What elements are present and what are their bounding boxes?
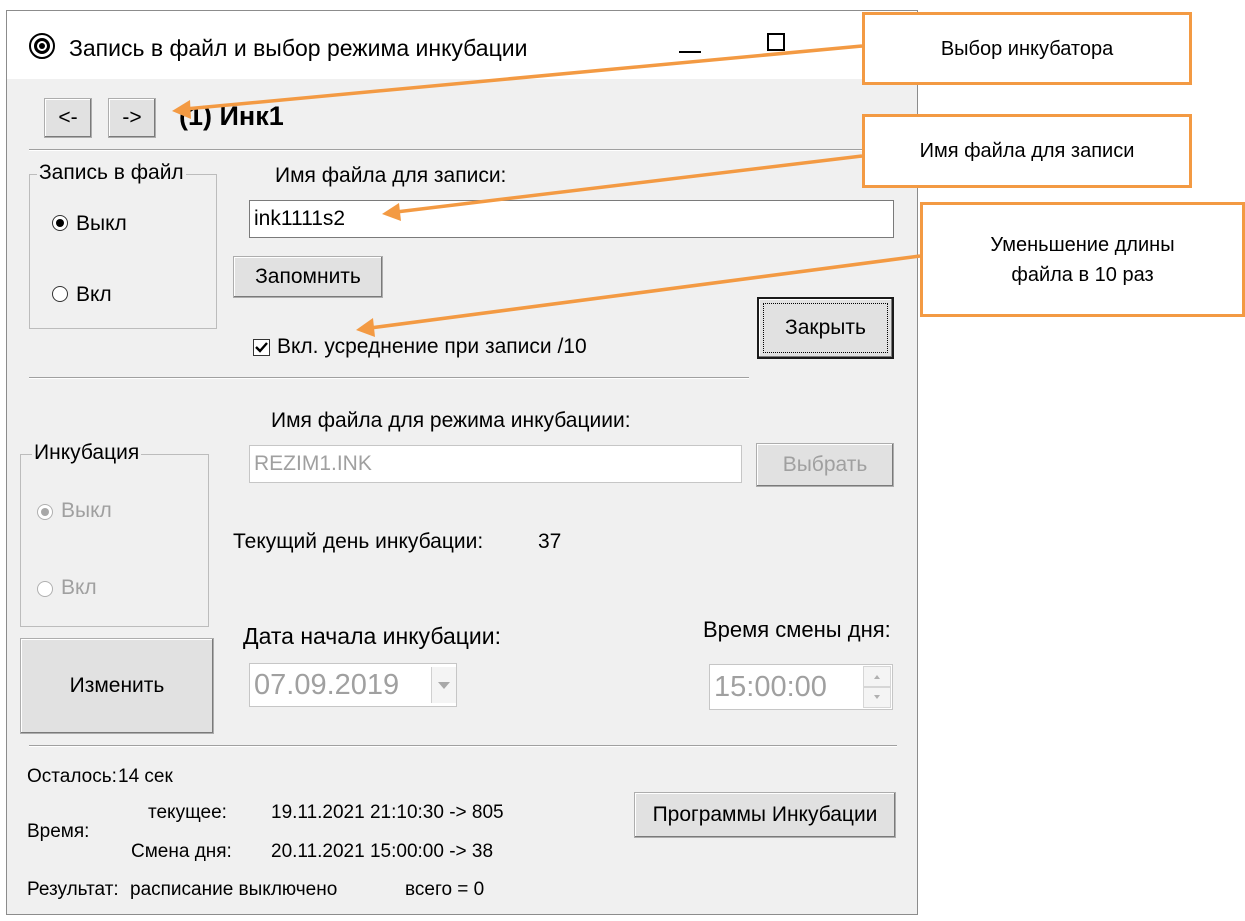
chevron-down-icon xyxy=(874,695,880,699)
next-day-change-value: 20.11.2021 15:00:00 -> 38 xyxy=(271,841,494,862)
record-off-radio[interactable] xyxy=(52,215,68,231)
change-button[interactable]: Изменить xyxy=(20,638,214,734)
chevron-down-icon xyxy=(438,682,450,689)
title-bar[interactable]: Запись в файл и выбор режима инкубации xyxy=(7,11,917,79)
record-filename-input[interactable]: ink1111s2 xyxy=(249,200,894,238)
day-change-time-label: Время смены дня: xyxy=(703,617,891,642)
checkmark-icon xyxy=(255,342,268,353)
incubation-off-radio[interactable] xyxy=(37,504,53,520)
mode-file-input[interactable]: REZIM1.INK xyxy=(249,445,742,483)
start-date-picker[interactable]: 07.09.2019 xyxy=(249,663,457,707)
record-on-label: Вкл xyxy=(76,283,112,306)
dialog-window: Запись в файл и выбор режима инкубации <… xyxy=(6,10,918,915)
start-date-value: 07.09.2019 xyxy=(254,668,400,701)
callout-file-name: Имя файла для записи xyxy=(862,114,1192,188)
current-time-value: 19.11.2021 21:10:30 -> 805 xyxy=(271,802,504,823)
record-group-title: Запись в файл xyxy=(37,161,186,185)
start-date-label: Дата начала инкубации: xyxy=(243,623,502,649)
record-on-radio[interactable] xyxy=(52,286,68,302)
incubation-groupbox xyxy=(20,454,209,627)
current-day-label: Текущий день инкубации: xyxy=(233,530,484,553)
separator-bottom xyxy=(29,745,897,747)
next-incubator-button[interactable]: -> xyxy=(108,98,156,138)
app-icon xyxy=(29,33,55,59)
averaging-label: Вкл. усреднение при записи /10 xyxy=(277,335,587,358)
current-day-value: 37 xyxy=(538,530,562,553)
remember-button[interactable]: Запомнить xyxy=(233,256,383,298)
incubation-group-title: Инкубация xyxy=(32,441,142,465)
separator-top xyxy=(29,149,897,151)
separator-middle xyxy=(29,377,749,379)
close-button[interactable]: Закрыть xyxy=(757,297,894,359)
next-day-change-label: Смена дня: xyxy=(131,841,232,862)
choose-button[interactable]: Выбрать xyxy=(756,443,894,487)
incubation-off-label: Выкл xyxy=(61,499,112,522)
result-total: всего = 0 xyxy=(405,879,485,900)
record-off-label: Выкл xyxy=(76,212,127,235)
chevron-up-icon xyxy=(874,675,880,679)
incubation-on-label: Вкл xyxy=(61,576,97,599)
prev-incubator-button[interactable]: <- xyxy=(44,98,92,138)
result-value: расписание выключено xyxy=(130,879,338,900)
record-groupbox xyxy=(29,174,217,329)
callout-length-reduce: Уменьшение длины файла в 10 раз xyxy=(920,202,1245,317)
current-time-label: текущее: xyxy=(148,802,227,823)
focus-rectangle xyxy=(763,303,888,353)
incubator-name: (1) Инк1 xyxy=(179,101,284,131)
record-filename-label: Имя файла для записи: xyxy=(275,164,507,187)
time-spin-up-button[interactable] xyxy=(863,666,891,687)
day-change-time-value: 15:00:00 xyxy=(714,670,827,703)
incubation-on-radio[interactable] xyxy=(37,581,53,597)
remaining-value: 14 сек xyxy=(118,766,173,787)
maximize-icon[interactable] xyxy=(767,33,785,51)
date-dropdown-button[interactable] xyxy=(431,667,456,703)
minimize-icon[interactable] xyxy=(679,51,701,53)
remaining-label: Осталось: xyxy=(27,766,117,787)
averaging-checkbox[interactable] xyxy=(253,339,270,356)
time-label: Время: xyxy=(27,821,90,842)
mode-file-label: Имя файла для режима инкубациии: xyxy=(271,409,631,432)
time-spin-down-button[interactable] xyxy=(863,687,891,708)
result-label: Результат: xyxy=(27,879,119,900)
window-title: Запись в файл и выбор режима инкубации xyxy=(69,35,528,61)
callout-incubator-choice: Выбор инкубатора xyxy=(862,12,1192,85)
programs-button[interactable]: Программы Инкубации xyxy=(634,792,896,838)
